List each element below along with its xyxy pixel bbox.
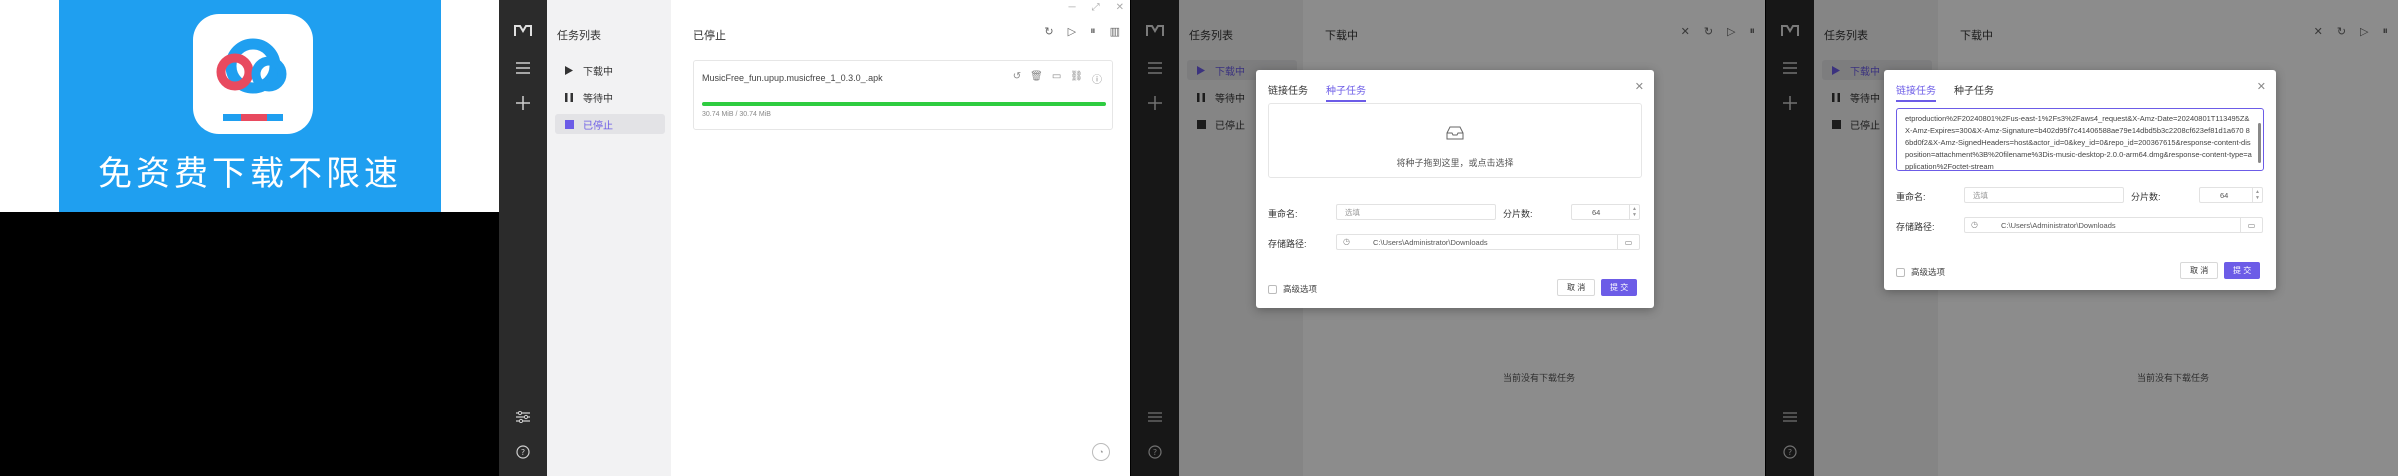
app-window-link-dialog: ? 任务列表 下载中 等待中 已停止 下载中 ✕ ↻ ▷ ⏸ 当前没有下载任务 … [1766,0,2398,476]
trash-icon[interactable]: 🗑 [1030,71,1043,86]
page-title: 已停止 [693,30,726,42]
speed-meter-icon[interactable]: ◔ [1092,443,1110,461]
info-icon[interactable]: ⓘ [1092,71,1102,86]
minimize-icon[interactable]: ─ [1069,2,1076,13]
progress-fill [702,102,1106,106]
submit-button[interactable]: 提 交 [1601,279,1638,296]
nav-item-downloading[interactable]: 下载中 [555,60,665,80]
toolbar: ↻ ▷ ⏸ ▥ [1044,25,1120,38]
app-logo-icon [193,14,313,134]
tab-torrent-task[interactable]: 种子任务 [1954,82,1994,102]
tab-link-task[interactable]: 链接任务 [1896,82,1936,102]
promo-banner: 免资费下载不限速 [0,0,500,212]
add-task-dialog: 链接任务 种子任务 ✕ 将种子拖到这里，或点击选择 重命名: 选填 分片数: 6… [1256,70,1654,308]
nav-item-label: 等待中 [583,93,613,105]
path-label: 存储路径: [1896,222,1935,232]
history-icon[interactable]: ◷ [1343,237,1350,246]
plus-icon[interactable] [515,95,531,111]
dialog-tabs: 链接任务 种子任务 [1896,82,1994,102]
nav-item-waiting[interactable]: 等待中 [555,87,665,107]
stepper-arrows-icon[interactable]: ▲ ▼ [1629,205,1639,219]
url-text: etproduction%2F20240801%2Fus-east-1%2Fs3… [1905,114,2252,171]
dropzone-text: 将种子拖到这里，或点击选择 [1396,158,1514,168]
history-icon[interactable]: ◷ [1971,220,1978,229]
link-icon[interactable]: ⛓ [1070,71,1083,86]
dialog-tabs: 链接任务 种子任务 [1268,82,1366,102]
task-list-panel: 任务列表 下载中 等待中 已停止 [547,0,671,476]
resume-all-icon[interactable]: ▷ [1068,25,1076,38]
side-rail: ? [499,0,547,476]
stop-icon [563,119,575,129]
folder-picker-icon[interactable]: ▭ [2240,218,2262,232]
panel-title: 任务列表 [557,30,601,42]
window-controls: ─ ⤢ ✕ [1069,2,1124,13]
dialog-close-icon[interactable]: ✕ [2257,80,2266,93]
progress-bar [702,102,1106,106]
tab-link-task[interactable]: 链接任务 [1268,82,1308,102]
task-size: 30.74 MiB / 30.74 MiB [702,111,771,118]
inbox-icon [1446,126,1464,140]
restart-icon[interactable]: ↺ [1013,71,1021,86]
path-value: C:\Users\Administrator\Downloads [2001,220,2116,230]
path-value: C:\Users\Administrator\Downloads [1373,237,1488,247]
task-card[interactable]: MusicFree_fun.upup.musicfree_1_0.3.0_.ap… [693,60,1113,130]
promo-slogan: 免资费下载不限速 [98,154,402,194]
advanced-label: 高级选项 [1283,284,1318,294]
advanced-options-checkbox[interactable]: 高级选项 [1268,283,1317,295]
folder-picker-icon[interactable]: ▭ [1617,235,1639,249]
submit-button[interactable]: 提 交 [2224,262,2261,279]
tab-torrent-task[interactable]: 种子任务 [1326,82,1366,102]
advanced-options-checkbox[interactable]: 高级选项 [1896,266,1945,278]
path-input[interactable]: ◷ C:\Users\Administrator\Downloads ▭ [1964,217,2263,233]
rename-input[interactable]: 选填 [1964,187,2124,203]
rename-input[interactable]: 选填 [1336,204,1496,220]
split-value: 64 [2220,190,2229,200]
nav-item-label: 已停止 [583,120,613,132]
cancel-button[interactable]: 取 消 [2180,262,2219,279]
promo-image: 免资费下载不限速 [59,0,441,212]
checkbox-box [1268,284,1277,294]
task-actions: ↺ 🗑 ▭ ⛓ ⓘ [1013,71,1102,86]
cancel-button[interactable]: 取 消 [1557,279,1596,296]
textarea-scrollbar[interactable] [2258,123,2261,163]
maximize-icon[interactable]: ⤢ [1092,2,1100,13]
sliders-icon[interactable] [515,409,531,425]
close-icon[interactable]: ✕ [1116,2,1124,13]
path-input[interactable]: ◷ C:\Users\Administrator\Downloads ▭ [1336,234,1640,250]
app-window-stopped: ? 任务列表 下载中 等待中 已停止 ─ ⤢ ✕ 已停止 ↻ ▷ ⏸ ▥ Mus… [499,0,1130,476]
main-content: ─ ⤢ ✕ 已停止 ↻ ▷ ⏸ ▥ MusicFree_fun.upup.mus… [671,0,1130,476]
torrent-dropzone[interactable]: 将种子拖到这里，或点击选择 [1268,103,1642,178]
screenshot-stage: 免资费下载不限速 ? 任务列表 下载中 等待中 已停止 ─ ⤢ ✕ 已停止 ↻ … [0,0,2398,476]
advanced-label: 高级选项 [1911,267,1946,277]
rename-label: 重命名: [1268,209,1298,219]
dialog-close-icon[interactable]: ✕ [1635,80,1644,93]
help-icon[interactable]: ? [515,444,531,460]
url-textarea[interactable]: etproduction%2F20240801%2Fus-east-1%2Fs3… [1896,108,2264,171]
app-window-torrent-dialog: ? 任务列表 下载中 等待中 已停止 下载中 ✕ ↻ ▷ ⏸ 当前没有下载任务 … [1131,0,1765,476]
menu-icon[interactable] [515,60,531,76]
path-label: 存储路径: [1268,239,1307,249]
split-label: 分片数: [1503,209,1533,219]
delete-all-icon[interactable]: ▥ [1110,25,1120,38]
split-value: 64 [1592,207,1601,217]
folder-icon[interactable]: ▭ [1052,71,1061,86]
pause-all-icon[interactable]: ⏸ [1090,25,1096,38]
split-stepper[interactable]: 64 ▲ ▼ [1571,204,1640,220]
add-task-dialog: 链接任务 种子任务 ✕ etproduction%2F20240801%2Fus… [1884,70,2276,290]
rename-label: 重命名: [1896,192,1926,202]
checkbox-box [1896,267,1905,277]
m-logo-icon [514,24,532,42]
split-label: 分片数: [2131,192,2161,202]
nav-item-label: 下载中 [583,66,613,78]
nav-item-stopped[interactable]: 已停止 [555,114,665,134]
play-icon [563,65,575,75]
svg-text:?: ? [521,448,525,457]
stepper-arrows-icon[interactable]: ▲ ▼ [2252,188,2262,202]
refresh-icon[interactable]: ↻ [1044,25,1053,38]
task-name: MusicFree_fun.upup.musicfree_1_0.3.0_.ap… [702,73,883,83]
split-stepper[interactable]: 64 ▲ ▼ [2199,187,2263,203]
pause-icon [563,92,575,102]
